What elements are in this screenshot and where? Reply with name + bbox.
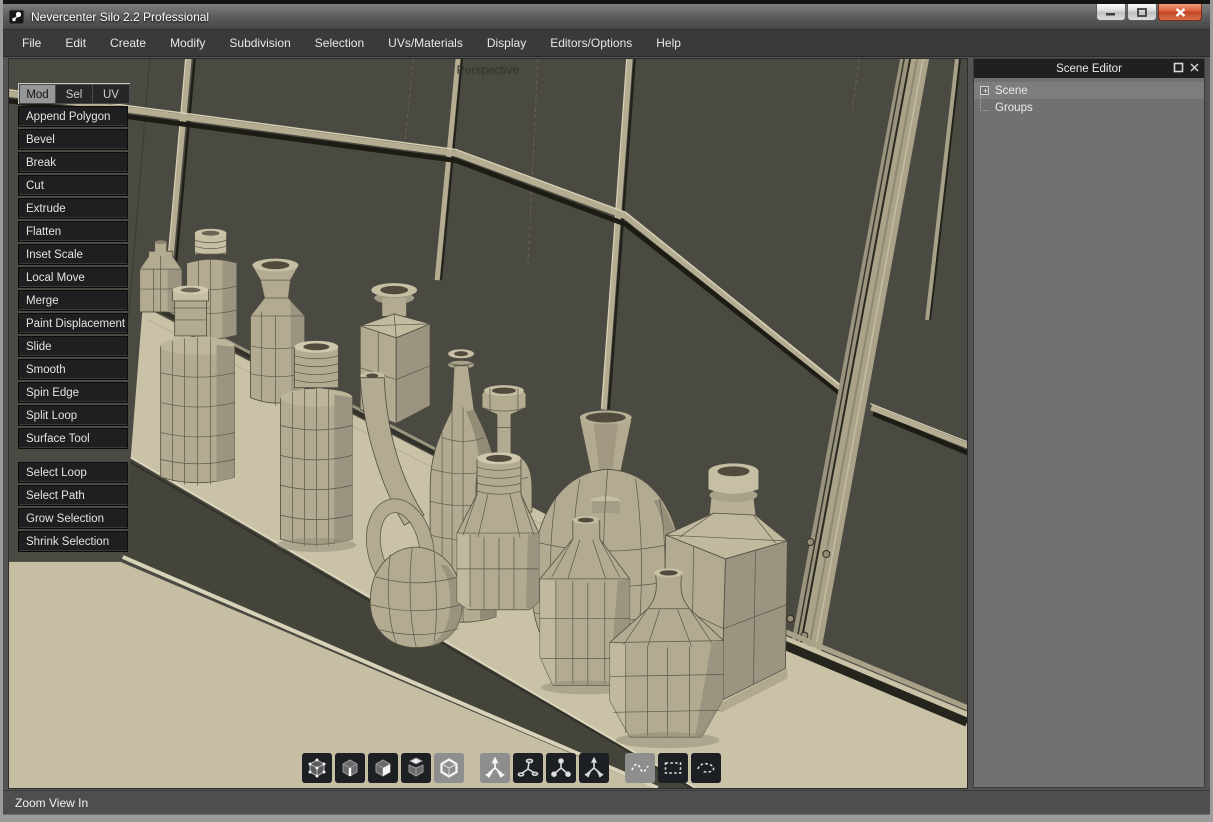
bottom-toolbar	[302, 753, 737, 783]
tree-item-scene-label: Scene	[995, 85, 1028, 97]
tool-surface-tool[interactable]: Surface Tool	[18, 428, 128, 449]
tool-panel-tabs: Mod Sel UV	[18, 83, 130, 104]
tool-select-path[interactable]: Select Path	[18, 485, 128, 506]
marquee-select-button[interactable]	[658, 753, 688, 783]
window-controls	[1095, 4, 1202, 21]
tab-sel[interactable]: Sel	[56, 84, 93, 104]
tool-bevel[interactable]: Bevel	[18, 129, 128, 150]
selection-mode-group	[302, 753, 467, 783]
face-mode-button[interactable]	[368, 753, 398, 783]
close-button[interactable]	[1158, 4, 1202, 21]
menu-item-subdivision[interactable]: Subdivision	[220, 36, 299, 50]
maximize-button[interactable]	[1127, 4, 1157, 21]
tool-append-polygon[interactable]: Append Polygon	[18, 106, 128, 127]
tool-shrink-selection[interactable]: Shrink Selection	[18, 531, 128, 552]
tree-connector-line	[980, 97, 989, 111]
title-bar[interactable]: Nevercenter Silo 2.2 Professional	[3, 4, 1210, 30]
app-logo-icon	[9, 9, 25, 25]
main-area: Perspective Mod Sel UV Append Polygon Be…	[3, 57, 1210, 790]
status-bar: Zoom View In	[3, 790, 1210, 814]
tool-paint-displacement[interactable]: Paint Displacement	[18, 313, 128, 334]
scale-tool-button[interactable]	[546, 753, 576, 783]
viewport-label: Perspective	[457, 63, 520, 77]
rotate-tool-button[interactable]	[513, 753, 543, 783]
lasso-select-button[interactable]	[691, 753, 721, 783]
window-title: Nevercenter Silo 2.2 Professional	[31, 10, 209, 24]
app-window: Nevercenter Silo 2.2 Professional File E…	[0, 0, 1213, 822]
tool-cut[interactable]: Cut	[18, 175, 128, 196]
tool-grow-selection[interactable]: Grow Selection	[18, 508, 128, 529]
selection-buttons: Select Loop Select Path Grow Selection S…	[18, 462, 130, 552]
minimize-button[interactable]	[1096, 4, 1126, 21]
selection-style-group	[625, 753, 724, 783]
manipulator-group	[480, 753, 612, 783]
menu-item-modify[interactable]: Modify	[161, 36, 214, 50]
vertex-mode-button[interactable]	[302, 753, 332, 783]
manipulator-tool-button[interactable]	[480, 753, 510, 783]
tab-uv[interactable]: UV	[93, 84, 130, 104]
tool-flatten[interactable]: Flatten	[18, 221, 128, 242]
tree-item-groups[interactable]: Groups	[974, 99, 1204, 116]
edge-mode-button[interactable]	[335, 753, 365, 783]
menu-item-edit[interactable]: Edit	[56, 36, 95, 50]
menu-item-help[interactable]: Help	[647, 36, 690, 50]
scene-tree: Scene Groups	[974, 78, 1204, 116]
menu-item-create[interactable]: Create	[101, 36, 155, 50]
status-text: Zoom View In	[15, 796, 88, 810]
menu-item-file[interactable]: File	[13, 36, 50, 50]
tool-inset-scale[interactable]: Inset Scale	[18, 244, 128, 265]
tool-select-loop[interactable]: Select Loop	[18, 462, 128, 483]
tree-item-groups-label: Groups	[995, 102, 1033, 114]
tool-slide[interactable]: Slide	[18, 336, 128, 357]
float-panel-icon[interactable]	[1173, 62, 1184, 76]
close-panel-icon[interactable]	[1189, 62, 1200, 76]
tool-extrude[interactable]: Extrude	[18, 198, 128, 219]
tool-smooth[interactable]: Smooth	[18, 359, 128, 380]
window-frame-bottom	[3, 814, 1210, 822]
tree-item-scene[interactable]: Scene	[974, 82, 1204, 99]
tool-spin-edge[interactable]: Spin Edge	[18, 382, 128, 403]
move-tool-button[interactable]	[579, 753, 609, 783]
tool-split-loop[interactable]: Split Loop	[18, 405, 128, 426]
scene-editor-panel: Scene Editor Scene Groups	[973, 58, 1205, 788]
object-mode-button[interactable]	[401, 753, 431, 783]
menu-item-editors-options[interactable]: Editors/Options	[541, 36, 641, 50]
menu-item-uvs-materials[interactable]: UVs/Materials	[379, 36, 472, 50]
scene-render	[9, 59, 967, 788]
viewport-3d[interactable]: Perspective Mod Sel UV Append Polygon Be…	[8, 58, 968, 789]
multi-mode-button[interactable]	[434, 753, 464, 783]
scene-editor-title: Scene Editor	[1056, 63, 1122, 75]
tool-break[interactable]: Break	[18, 152, 128, 173]
scene-editor-titlebar[interactable]: Scene Editor	[974, 59, 1204, 78]
tab-mod[interactable]: Mod	[19, 84, 56, 104]
tool-merge[interactable]: Merge	[18, 290, 128, 311]
tool-local-move[interactable]: Local Move	[18, 267, 128, 288]
tool-panel: Mod Sel UV Append Polygon Bevel Break Cu…	[18, 83, 130, 554]
menu-bar: File Edit Create Modify Subdivision Sele…	[3, 30, 1210, 57]
modeling-buttons: Append Polygon Bevel Break Cut Extrude F…	[18, 106, 130, 449]
menu-item-selection[interactable]: Selection	[306, 36, 373, 50]
paint-select-button[interactable]	[625, 753, 655, 783]
expand-icon[interactable]	[980, 86, 989, 95]
menu-item-display[interactable]: Display	[478, 36, 535, 50]
